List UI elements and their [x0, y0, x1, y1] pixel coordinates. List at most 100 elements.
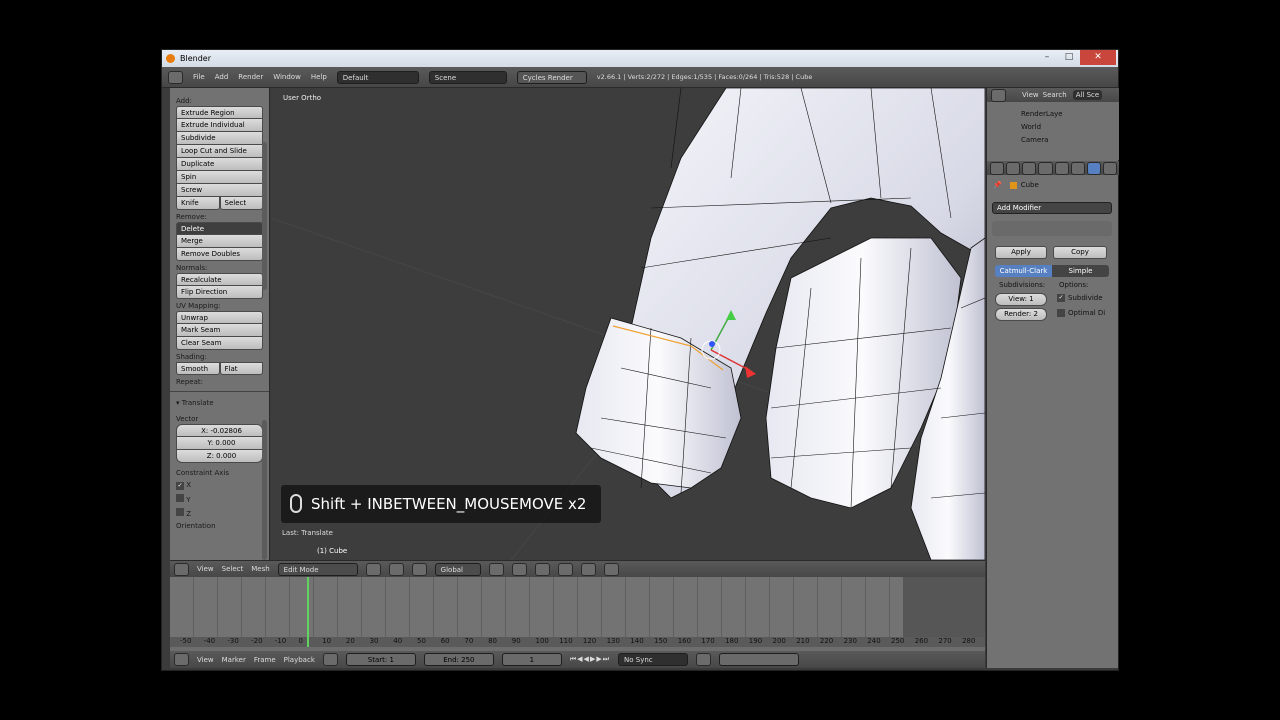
scene-select[interactable]: Scene: [428, 70, 507, 84]
render-levels-field[interactable]: Render: 2: [995, 308, 1047, 321]
outliner-item-world[interactable]: World: [987, 121, 1119, 134]
maximize-button[interactable]: □: [1058, 50, 1080, 65]
catmull-clark-option[interactable]: Catmull-Clark: [995, 265, 1052, 277]
3d-viewport[interactable]: User Ortho Shift + INBETWEEN_MOUSEMOVE x…: [271, 88, 985, 560]
pivot-point-icon[interactable]: [388, 562, 404, 576]
screw-button[interactable]: Screw: [176, 184, 263, 197]
unwrap-button[interactable]: Unwrap: [176, 311, 263, 324]
translate-panel-header[interactable]: ▾ Translate: [170, 396, 269, 408]
menu-help[interactable]: Help: [311, 73, 327, 81]
clear-seam-button[interactable]: Clear Seam: [176, 337, 263, 350]
transform-orientation-select[interactable]: Global: [434, 562, 481, 576]
mesh-menu[interactable]: Mesh: [251, 565, 269, 573]
menu-render[interactable]: Render: [238, 73, 263, 81]
spin-button[interactable]: Spin: [176, 171, 263, 184]
recalculate-button[interactable]: Recalculate: [176, 273, 263, 286]
apply-button[interactable]: Apply: [995, 246, 1047, 259]
extrude-individual-button[interactable]: Extrude Individual: [176, 119, 263, 132]
record-icon[interactable]: [696, 653, 712, 666]
simple-option[interactable]: Simple: [1052, 265, 1109, 277]
menu-file[interactable]: File: [193, 73, 205, 81]
3d-view-header: View Select Mesh Edit Mode Global: [170, 560, 985, 577]
timeline-view-menu[interactable]: View: [197, 656, 214, 664]
vertex-select-icon[interactable]: [488, 562, 504, 576]
merge-button[interactable]: Merge: [176, 235, 263, 248]
render-engine-select[interactable]: Cycles Render: [516, 70, 587, 84]
timeline-editor-icon[interactable]: [174, 653, 189, 666]
minimize-button[interactable]: –: [1036, 50, 1058, 65]
render-preview-icon[interactable]: [603, 562, 619, 576]
outliner-editor-icon[interactable]: [991, 88, 1006, 102]
vector-y-field[interactable]: Y: 0.000: [176, 437, 263, 450]
frame-menu[interactable]: Frame: [254, 656, 276, 664]
keying-set-field[interactable]: [719, 653, 800, 666]
toolshelf-scrollbar[interactable]: [262, 142, 267, 290]
redo-panel-scrollbar[interactable]: [262, 420, 267, 560]
mode-select[interactable]: Edit Mode: [277, 562, 358, 576]
3d-view-editor-icon[interactable]: [174, 562, 189, 576]
add-modifier-select[interactable]: Add Modifier: [992, 202, 1112, 214]
duplicate-button[interactable]: Duplicate: [176, 158, 263, 171]
delete-button[interactable]: Delete: [176, 222, 263, 235]
playback-menu[interactable]: Playback: [284, 656, 315, 664]
modifiers-tab-icon[interactable]: [1086, 161, 1101, 175]
loop-cut-button[interactable]: Loop Cut and Slide: [176, 145, 263, 158]
mark-seam-button[interactable]: Mark Seam: [176, 324, 263, 337]
timeline-ruler[interactable]: -50 -40 -30 -20 -10 0 10 20 30 40 50 60 70 80 90 100 110…: [170, 637, 985, 647]
vector-x-field[interactable]: X: -0.02806: [176, 424, 263, 437]
start-frame-field[interactable]: Start: 1: [345, 653, 416, 666]
properties-editor-icon[interactable]: [990, 161, 1005, 175]
face-select-icon[interactable]: [534, 562, 550, 576]
remove-doubles-button[interactable]: Remove Doubles: [176, 248, 263, 261]
view-menu[interactable]: View: [197, 565, 214, 573]
flip-direction-button[interactable]: Flip Direction: [176, 286, 263, 299]
outliner-view-menu[interactable]: View: [1022, 91, 1039, 99]
editor-type-icon[interactable]: [168, 70, 183, 84]
snap-icon[interactable]: [580, 562, 596, 576]
outliner-display-select[interactable]: All Sce: [1072, 90, 1103, 100]
manipulator-icon[interactable]: [411, 562, 427, 576]
current-frame-field[interactable]: 1: [501, 653, 562, 666]
extrude-region-button[interactable]: Extrude Region: [176, 106, 263, 119]
edge-select-icon[interactable]: [511, 562, 527, 576]
playhead[interactable]: [307, 577, 309, 647]
outliner-item-camera[interactable]: Camera: [987, 134, 1119, 147]
knife-button[interactable]: Knife: [176, 197, 220, 210]
world-tab-icon[interactable]: [1038, 161, 1053, 175]
smooth-button[interactable]: Smooth: [176, 362, 220, 375]
marker-menu[interactable]: Marker: [222, 656, 246, 664]
copy-button[interactable]: Copy: [1053, 246, 1107, 259]
playback-controls[interactable]: ⏮◀◀▶▶⏭: [570, 655, 610, 664]
menu-add[interactable]: Add: [215, 73, 229, 81]
screencast-keys-overlay: Shift + INBETWEEN_MOUSEMOVE x2: [281, 485, 601, 523]
scene-tab-icon[interactable]: [1022, 161, 1037, 175]
outliner-search-menu[interactable]: Search: [1043, 91, 1067, 99]
vector-z-field[interactable]: Z: 0.000: [176, 450, 263, 463]
proportional-edit-icon[interactable]: [557, 562, 573, 576]
data-tab-icon[interactable]: [1102, 161, 1117, 175]
sync-select[interactable]: No Sync: [618, 653, 689, 666]
subdivide-button[interactable]: Subdivide: [176, 132, 263, 145]
flat-button[interactable]: Flat: [219, 362, 263, 375]
timeline-editor[interactable]: -50 -40 -30 -20 -10 0 10 20 30 40 50 60 70 80 90 100 110…: [170, 577, 985, 651]
constraint-z-checkbox[interactable]: Z: [170, 505, 269, 519]
select-menu[interactable]: Select: [222, 565, 244, 573]
outliner-item-renderlayers[interactable]: RenderLaye: [987, 108, 1119, 121]
preview-range-icon[interactable]: [322, 653, 338, 666]
subdivide-uvs-checkbox[interactable]: ✓ Subdivide: [1057, 294, 1103, 302]
knife-select-button[interactable]: Select: [219, 197, 263, 210]
constraint-y-checkbox[interactable]: Y: [170, 491, 269, 505]
menu-window[interactable]: Window: [273, 73, 301, 81]
constraints-tab-icon[interactable]: [1070, 161, 1085, 175]
optimal-display-checkbox[interactable]: Optimal Di: [1057, 309, 1105, 317]
close-button[interactable]: ✕: [1080, 50, 1116, 65]
view-levels-field[interactable]: View: 1: [995, 293, 1047, 306]
object-tab-icon[interactable]: [1054, 161, 1069, 175]
viewport-shading-icon[interactable]: [365, 562, 381, 576]
end-frame-field[interactable]: End: 250: [423, 653, 494, 666]
timeline-tick-label: 110: [559, 637, 573, 645]
render-tab-icon[interactable]: [1006, 161, 1021, 175]
constraint-x-checkbox[interactable]: ✓ X: [170, 478, 269, 491]
layout-select[interactable]: Default: [336, 70, 419, 84]
pin-icon[interactable]: 📌: [993, 181, 1002, 189]
